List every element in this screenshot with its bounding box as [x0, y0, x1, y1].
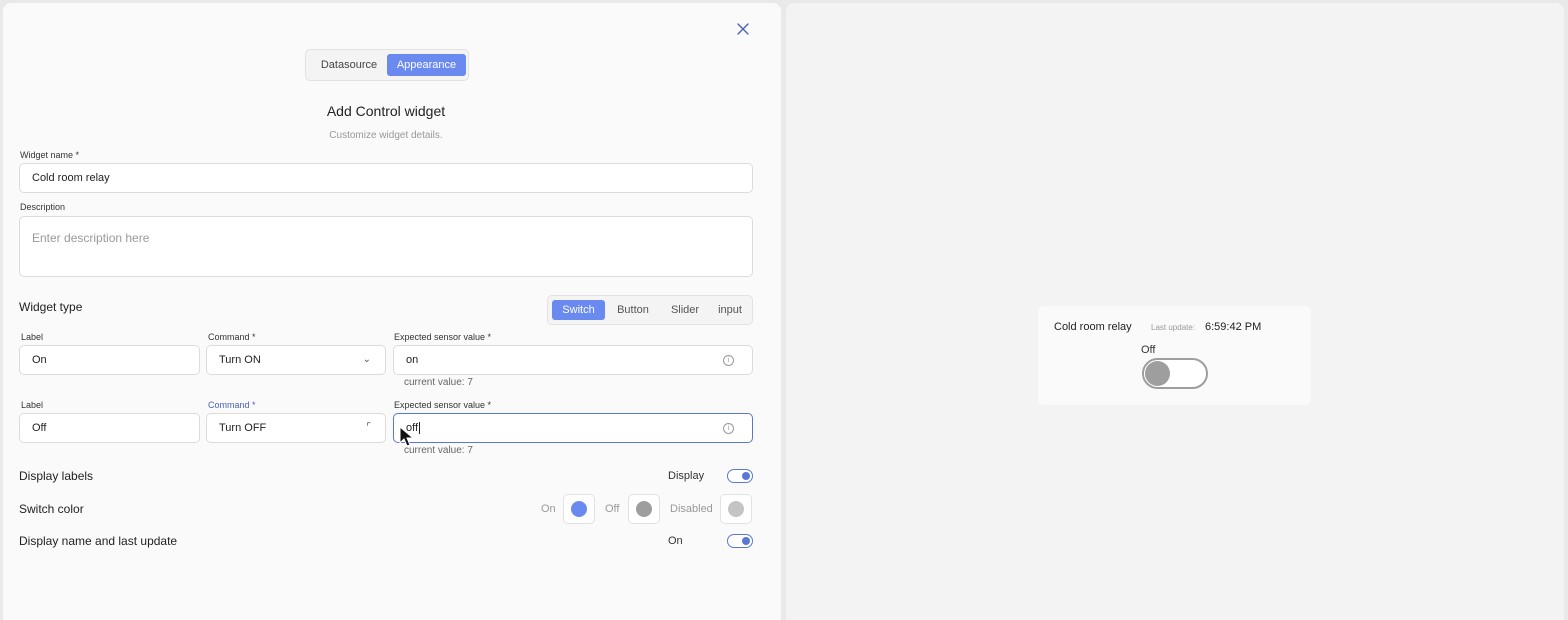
off-sensor-input[interactable]: off i: [393, 413, 753, 443]
display-labels-state: Display: [668, 470, 705, 482]
chevron-down-icon: ⌄: [362, 354, 371, 365]
color-disabled-swatch[interactable]: [720, 494, 752, 524]
color-on-dot: [571, 501, 587, 517]
description-textarea[interactable]: Enter description here: [19, 216, 753, 277]
off-label-input[interactable]: Off: [19, 413, 200, 443]
off-command-caption: Command *: [208, 400, 256, 410]
widget-type-slider[interactable]: Slider: [660, 300, 710, 320]
preview-switch[interactable]: [1142, 358, 1208, 389]
display-labels-label: Display labels: [19, 469, 94, 483]
preview-last-update-time: 6:59:42 PM: [1205, 321, 1262, 333]
dialog-subtitle: Customize widget details.: [329, 130, 443, 141]
on-label-value: On: [32, 354, 47, 366]
close-icon[interactable]: [734, 20, 752, 38]
info-icon[interactable]: i: [723, 423, 734, 434]
switch-color-label: Switch color: [19, 502, 84, 516]
description-label: Description: [20, 202, 66, 212]
mouse-cursor-icon: [399, 426, 415, 447]
color-off-dot: [636, 501, 652, 517]
description-placeholder: Enter description here: [32, 231, 150, 245]
widget-type-selector: Switch Button Slider input: [547, 295, 753, 325]
off-label-value: Off: [32, 422, 47, 434]
preview-widget-name: Cold room relay: [1054, 321, 1132, 333]
on-current-value: current value: 7: [404, 377, 473, 388]
widget-type-label: Widget type: [19, 300, 83, 314]
dialog-title: Add Control widget: [326, 103, 446, 119]
off-command-value: Turn OFF: [219, 422, 267, 434]
preview-last-update-label: Last update:: [1151, 323, 1196, 332]
preview-state-label: Off: [1141, 344, 1156, 356]
widget-config-panel: Datasource Appearance Add Control widget…: [3, 3, 781, 620]
text-caret: [419, 422, 421, 434]
color-off-swatch[interactable]: [628, 494, 660, 524]
color-off-label: Off: [605, 503, 620, 515]
off-sensor-caption: Expected sensor value *: [394, 400, 492, 410]
on-command-caption: Command *: [208, 332, 256, 342]
on-command-select[interactable]: Turn ON ⌄: [206, 345, 386, 375]
off-label-caption: Label: [21, 400, 44, 410]
widget-type-button[interactable]: Button: [607, 300, 659, 320]
on-label-caption: Label: [21, 332, 44, 342]
toggle-knob: [742, 472, 750, 480]
toggle-knob: [742, 537, 750, 545]
widget-name-value: Cold room relay: [32, 172, 110, 184]
display-name-label: Display name and last update: [19, 534, 178, 548]
tab-datasource[interactable]: Datasource: [311, 54, 387, 76]
off-command-select[interactable]: Turn OFF ⌜: [206, 413, 386, 443]
color-on-swatch[interactable]: [563, 494, 595, 524]
on-sensor-input[interactable]: on i: [393, 345, 753, 375]
on-sensor-caption: Expected sensor value *: [394, 332, 492, 342]
on-label-input[interactable]: On: [19, 345, 200, 375]
preview-switch-knob: [1145, 361, 1170, 386]
color-on-label: On: [541, 503, 556, 515]
tab-appearance[interactable]: Appearance: [387, 54, 466, 76]
on-sensor-value: on: [406, 354, 419, 366]
display-labels-toggle[interactable]: [727, 469, 753, 483]
widget-type-switch[interactable]: Switch: [552, 300, 605, 320]
display-name-toggle[interactable]: [727, 534, 753, 548]
spinner-icon: ⌜: [366, 422, 371, 433]
widget-name-input[interactable]: Cold room relay: [19, 163, 753, 193]
on-command-value: Turn ON: [219, 354, 261, 366]
display-name-state: On: [668, 535, 683, 547]
color-disabled-dot: [728, 501, 744, 517]
color-disabled-label: Disabled: [670, 503, 713, 515]
widget-type-input[interactable]: input: [711, 300, 749, 320]
info-icon[interactable]: i: [723, 355, 734, 366]
config-tabs: Datasource Appearance: [305, 49, 469, 81]
widget-name-label: Widget name *: [20, 150, 80, 160]
widget-preview-card: Cold room relay Last update: 6:59:42 PM …: [1038, 306, 1311, 405]
